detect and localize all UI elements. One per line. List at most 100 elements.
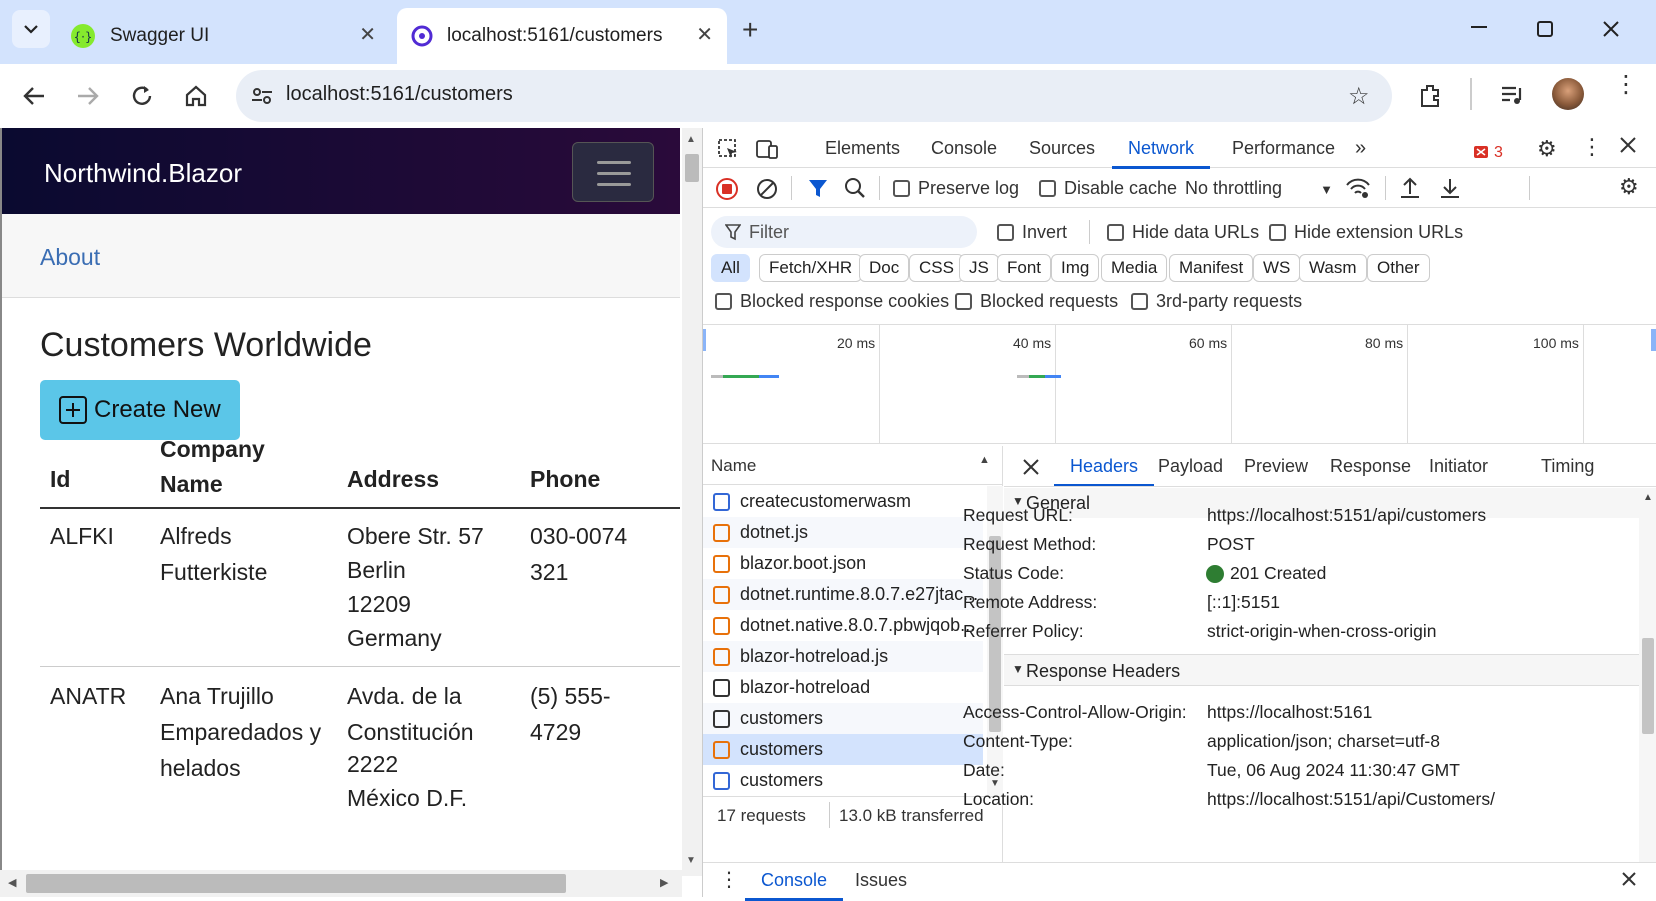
about-link[interactable]: About [40,244,100,271]
type-filter-js[interactable]: JS [959,254,999,282]
type-filter-font[interactable]: Font [997,254,1052,282]
type-filter-wasm[interactable]: Wasm [1299,254,1367,282]
type-filter-media[interactable]: Media [1101,254,1168,282]
filter-input[interactable]: Filter [711,216,977,248]
type-filter-css[interactable]: CSS [909,254,964,282]
devtools-tab-console[interactable]: Console [931,138,997,159]
new-tab-button[interactable]: + [742,14,758,46]
request-row-selected[interactable]: customers [703,734,983,765]
scroll-down-icon[interactable]: ▼ [686,855,696,866]
timeline-range-handle[interactable] [703,329,706,351]
network-conditions-icon[interactable] [1345,176,1371,200]
close-drawer-icon[interactable] [1621,871,1637,887]
scroll-up-icon[interactable]: ▲ [686,134,696,145]
detail-tab-timing[interactable]: Timing [1541,456,1594,477]
name-column-header[interactable]: Name [711,456,756,476]
throttling-select[interactable]: No throttling ▼ [1185,178,1333,199]
page-vertical-scrollbar[interactable]: ▲ ▼ [682,128,702,876]
extensions-icon[interactable] [1418,82,1444,108]
scroll-up-icon[interactable]: ▲ [1643,492,1653,503]
home-icon[interactable] [184,84,208,108]
forward-arrow-icon[interactable] [76,84,100,108]
reload-icon[interactable] [130,84,154,108]
inspect-element-icon[interactable] [717,138,739,160]
record-stop-icon[interactable] [715,177,739,201]
request-row[interactable]: customers [703,765,983,796]
more-tabs-icon[interactable]: » [1355,137,1366,160]
page-horizontal-scrollbar[interactable]: ◀ ▶ [0,870,682,897]
detail-tab-response[interactable]: Response [1330,456,1411,477]
close-tab-icon[interactable]: ✕ [359,22,376,47]
type-filter-all[interactable]: All [711,254,750,282]
minimize-icon[interactable] [1470,18,1488,36]
devtools-tab-elements[interactable]: Elements [825,138,900,159]
drawer-tab-issues[interactable]: Issues [855,870,907,891]
close-devtools-icon[interactable] [1619,136,1637,154]
network-settings-gear-icon[interactable]: ⚙ [1619,174,1639,200]
media-controls-icon[interactable] [1500,84,1526,106]
more-menu-icon[interactable]: ⋮ [1614,73,1638,97]
devtools-tab-sources[interactable]: Sources [1029,138,1095,159]
response-headers-section-header[interactable]: ▼ Response Headers [1004,655,1644,685]
scrollbar-thumb[interactable] [685,154,699,182]
devtools-tab-performance[interactable]: Performance [1232,138,1335,159]
detail-tab-preview[interactable]: Preview [1244,456,1308,477]
address-bar[interactable]: localhost:5161/customers ☆ [236,70,1392,122]
bookmark-star-icon[interactable]: ☆ [1348,82,1370,111]
timeline-range-handle[interactable] [1651,329,1656,351]
device-toolbar-icon[interactable] [755,138,779,160]
drawer-tab-console[interactable]: Console [744,870,844,901]
export-har-icon[interactable] [1439,176,1461,200]
devtools-more-icon[interactable]: ⋮ [1581,134,1603,160]
timeline-overview[interactable]: 20 ms 40 ms 60 ms 80 ms 100 ms [703,324,1656,444]
devtools-tab-network[interactable]: Network [1111,138,1211,169]
back-arrow-icon[interactable] [22,84,46,108]
invert-checkbox[interactable]: Invert [997,222,1067,243]
close-tab-icon[interactable]: ✕ [696,22,713,47]
type-filter-other[interactable]: Other [1367,254,1430,282]
request-row[interactable]: createcustomerwasm [703,486,983,517]
drawer-menu-icon[interactable]: ⋮ [719,867,739,892]
request-row[interactable]: dotnet.runtime.8.0.7.e27jtac... [703,579,983,610]
brand-link[interactable]: Northwind.Blazor [44,158,242,189]
type-filter-manifest[interactable]: Manifest [1169,254,1254,282]
issues-badge[interactable]: 3 [1473,141,1503,162]
hide-extension-urls-checkbox[interactable]: Hide extension URLs [1269,222,1463,243]
detail-tab-initiator[interactable]: Initiator [1429,456,1488,477]
type-filter-ws[interactable]: WS [1253,254,1301,282]
detail-tab-payload[interactable]: Payload [1158,456,1223,477]
navbar-toggler-button[interactable] [572,142,654,202]
type-filter-img[interactable]: Img [1051,254,1100,282]
clear-icon[interactable] [755,177,779,201]
request-row[interactable]: blazor-hotreload.js [703,641,983,672]
import-har-icon[interactable] [1399,176,1421,200]
third-party-requests-checkbox[interactable]: 3rd-party requests [1131,291,1302,312]
close-window-icon[interactable] [1602,20,1620,38]
settings-gear-icon[interactable]: ⚙ [1537,136,1557,162]
search-icon[interactable] [843,176,867,200]
filter-funnel-icon[interactable] [807,177,829,199]
disable-cache-checkbox[interactable]: Disable cache [1039,178,1177,199]
sort-arrow-icon[interactable]: ▲ [979,454,990,466]
type-filter-fetch-xhr[interactable]: Fetch/XHR [759,254,863,282]
details-scrollbar[interactable]: ▲ ▼ [1639,488,1656,892]
detail-tab-headers[interactable]: Headers [1053,456,1155,487]
browser-tab-customers[interactable]: localhost:5161/customers ✕ [397,8,727,64]
tab-search-button[interactable] [12,10,50,48]
scrollbar-thumb[interactable] [26,874,566,893]
scrollbar-thumb[interactable] [1642,638,1654,734]
close-details-icon[interactable] [1022,458,1040,476]
browser-tab-swagger[interactable]: {·} Swagger UI ✕ [60,8,390,64]
site-info-icon[interactable] [250,84,274,108]
preserve-log-checkbox[interactable]: Preserve log [893,178,1019,199]
request-row[interactable]: customers [703,703,983,734]
request-row[interactable]: blazor-hotreload [703,672,983,703]
blocked-response-cookies-checkbox[interactable]: Blocked response cookies [715,291,949,312]
maximize-icon[interactable] [1536,20,1554,38]
scroll-left-icon[interactable]: ◀ [8,876,16,889]
hide-data-urls-checkbox[interactable]: Hide data URLs [1107,222,1259,243]
blocked-requests-checkbox[interactable]: Blocked requests [955,291,1118,312]
request-row[interactable]: dotnet.native.8.0.7.pbwjqob... [703,610,983,641]
request-row[interactable]: dotnet.js [703,517,983,548]
type-filter-doc[interactable]: Doc [859,254,910,282]
